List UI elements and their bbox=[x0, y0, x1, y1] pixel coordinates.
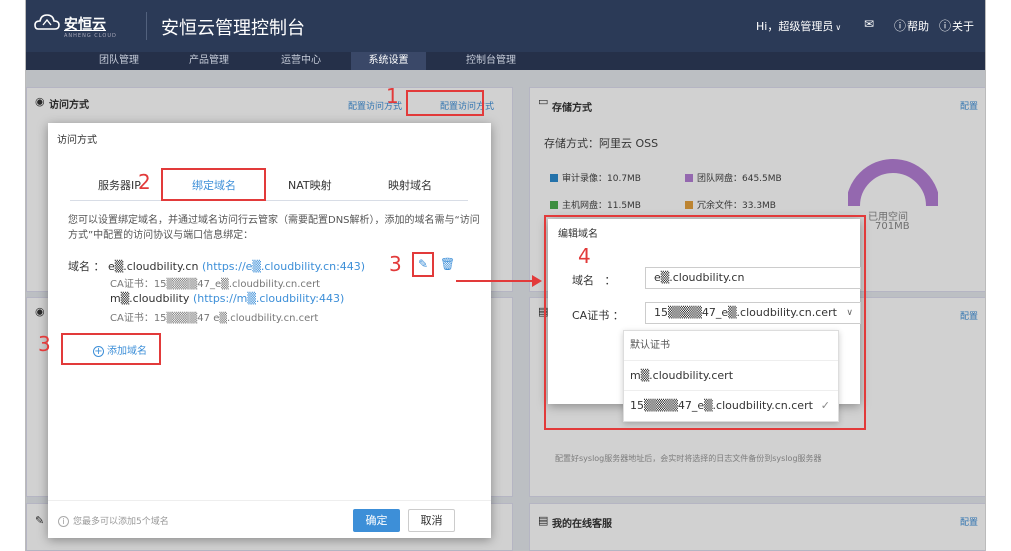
annotation-box-2 bbox=[161, 168, 266, 201]
domain-cert: CA证书：15▒▒▒▒47 e▒.cloudbility.cn.cert bbox=[110, 313, 319, 324]
dialog-tabs: 服务器IP 绑定域名 NAT映射 映射域名 bbox=[70, 171, 468, 201]
info-icon: ⓘ bbox=[939, 19, 952, 33]
console-title: 安恒云管理控制台 bbox=[161, 18, 305, 39]
mail-icon[interactable]: ✉ bbox=[864, 17, 874, 31]
nav-operations[interactable]: 运营中心 bbox=[266, 52, 336, 70]
annotation-box-3b bbox=[61, 333, 161, 365]
user-greeting: Hi，超级管理员 bbox=[756, 20, 834, 33]
dialog-footer: i 您最多可以添加5个域名 确定 取消 bbox=[48, 500, 491, 538]
annotation-number: 3 bbox=[38, 332, 51, 356]
tab-nat-mapping[interactable]: NAT映射 bbox=[288, 177, 332, 193]
bind-domain-description: 您可以设置绑定域名，并通过域名访问行云管家（需要配置DNS解析），添加的域名需与… bbox=[68, 215, 480, 241]
help-icon: ⓘ bbox=[894, 19, 907, 33]
annotation-arrow-head bbox=[532, 275, 542, 287]
domain-name: m▒.cloudbility bbox=[110, 292, 190, 305]
brand-subtitle: ANHENG CLOUD bbox=[64, 33, 117, 39]
info-icon: i bbox=[58, 516, 69, 527]
header-divider bbox=[146, 12, 147, 40]
domain-url[interactable]: (https://m▒.cloudbility:443) bbox=[193, 292, 344, 305]
about-link[interactable]: 关于 bbox=[952, 18, 974, 34]
annotation-number: 3 bbox=[389, 252, 402, 276]
chevron-down-icon: ∨ bbox=[835, 23, 842, 32]
top-bar: 安恒云 ANHENG CLOUD 安恒云管理控制台 Hi，超级管理员 ∨ ✉ ⓘ … bbox=[26, 0, 985, 52]
tip-text: 您最多可以添加5个域名 bbox=[73, 517, 169, 527]
annotation-arrow-line bbox=[456, 280, 534, 282]
access-dialog: 访问方式 服务器IP 绑定域名 NAT映射 映射域名 您可以设置绑定域名，并通过… bbox=[48, 123, 491, 538]
domain-row: m▒.cloudbility (https://m▒.cloudbility:4… bbox=[110, 292, 344, 305]
console-window: 安恒云 ANHENG CLOUD 安恒云管理控制台 Hi，超级管理员 ∨ ✉ ⓘ … bbox=[25, 0, 986, 551]
main-nav: 团队管理 产品管理 运营中心 系统设置 控制台管理 bbox=[26, 52, 985, 70]
annotation-box-1 bbox=[406, 90, 484, 116]
user-menu[interactable]: Hi，超级管理员 ∨ bbox=[756, 18, 841, 34]
nav-product[interactable]: 产品管理 bbox=[174, 52, 244, 70]
dialog-title: 访问方式 bbox=[57, 135, 97, 146]
help-link[interactable]: 帮助 bbox=[907, 18, 929, 34]
nav-console-manage[interactable]: 控制台管理 bbox=[451, 52, 531, 70]
tab-mapped-domain[interactable]: 映射域名 bbox=[388, 177, 432, 193]
annotation-box-3a bbox=[412, 252, 434, 277]
domain-name: e▒.cloudbility.cn bbox=[108, 260, 199, 273]
tab-server-ip[interactable]: 服务器IP bbox=[98, 177, 141, 193]
nav-team[interactable]: 团队管理 bbox=[84, 52, 154, 70]
annotation-number: 1 bbox=[386, 84, 399, 108]
ok-button[interactable]: 确定 bbox=[353, 509, 400, 532]
brand-name: 安恒云 bbox=[64, 17, 106, 33]
domain-row: 域名 ： e▒.cloudbility.cn (https://e▒.cloud… bbox=[68, 260, 366, 273]
annotation-box-4 bbox=[544, 215, 866, 430]
domain-limit-tip: i 您最多可以添加5个域名 bbox=[58, 514, 169, 527]
cloud-logo-icon bbox=[34, 14, 60, 30]
nav-system-settings[interactable]: 系统设置 bbox=[351, 52, 426, 70]
annotation-number: 2 bbox=[138, 170, 151, 194]
domain-label: 域名 bbox=[68, 260, 90, 273]
domain-cert: CA证书：15▒▒▒▒47_e▒.cloudbility.cn.cert bbox=[110, 279, 321, 290]
trash-icon[interactable]: 🗑 bbox=[440, 257, 455, 273]
domain-url[interactable]: (https://e▒.cloudbility.cn:443) bbox=[202, 260, 365, 273]
annotation-number: 4 bbox=[578, 244, 591, 268]
cancel-button[interactable]: 取消 bbox=[408, 509, 455, 532]
